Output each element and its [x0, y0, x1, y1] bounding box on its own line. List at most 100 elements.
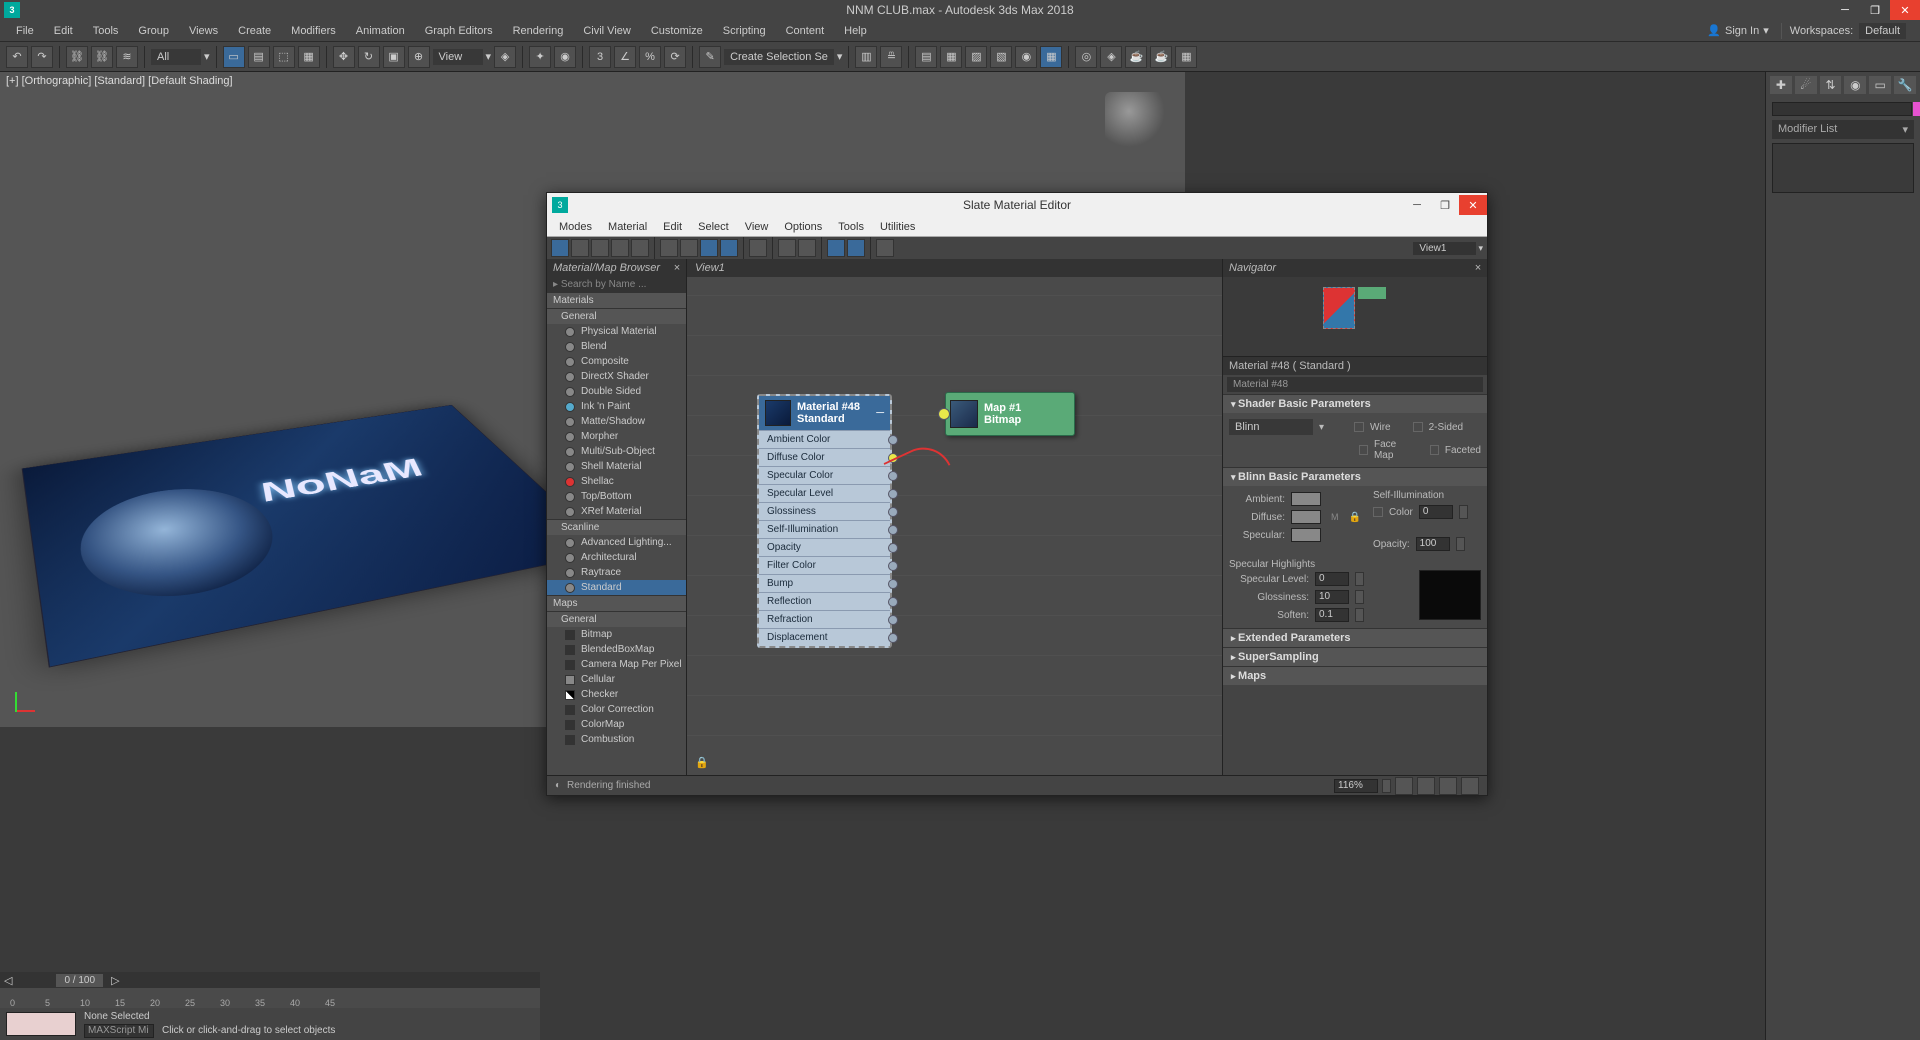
pan-button[interactable]: [1395, 777, 1413, 795]
slot-speclevel[interactable]: Specular Level: [759, 484, 890, 502]
layer-button[interactable]: ▤: [915, 46, 937, 68]
close-icon[interactable]: ×: [1475, 262, 1481, 274]
browser-tree[interactable]: Materials General Physical Material Blen…: [547, 292, 686, 775]
browser-item[interactable]: Bitmap: [547, 627, 686, 642]
slot-bump[interactable]: Bump: [759, 574, 890, 592]
menu-animation[interactable]: Animation: [346, 22, 415, 40]
browser-item[interactable]: Architectural: [547, 550, 686, 565]
slot-gloss[interactable]: Glossiness: [759, 502, 890, 520]
rollout-maps[interactable]: Maps: [1223, 666, 1487, 685]
mirror-button[interactable]: ▥: [855, 46, 877, 68]
rotate-button[interactable]: ↻: [358, 46, 380, 68]
speclevel-value[interactable]: 0: [1315, 572, 1349, 586]
scale-button[interactable]: ▣: [383, 46, 405, 68]
slot-specular[interactable]: Specular Color: [759, 466, 890, 484]
browser-item[interactable]: Composite: [547, 354, 686, 369]
lock-icon[interactable]: 🔒: [695, 756, 709, 769]
navigator-matnode[interactable]: [1323, 287, 1355, 329]
rendered-frame-button[interactable]: ◈: [1100, 46, 1122, 68]
filter-select[interactable]: All: [151, 49, 201, 65]
render-setup-button[interactable]: ◎: [1075, 46, 1097, 68]
selset-select[interactable]: Create Selection Se: [724, 49, 834, 65]
specular-swatch[interactable]: [1291, 528, 1321, 542]
browser-item[interactable]: Cellular: [547, 672, 686, 687]
slate-view-select[interactable]: View1: [1413, 242, 1476, 255]
menu-customize[interactable]: Customize: [641, 22, 713, 40]
hierarchy-tab[interactable]: ⇅: [1820, 76, 1842, 94]
namedselset-button[interactable]: ✎: [699, 46, 721, 68]
lock-icon[interactable]: 🔒: [1349, 512, 1361, 523]
browser-item[interactable]: Multi/Sub-Object: [547, 444, 686, 459]
slate-assign-button[interactable]: [591, 239, 609, 257]
chevron-down-icon[interactable]: ▾: [837, 50, 843, 63]
browser-item[interactable]: Camera Map Per Pixel: [547, 657, 686, 672]
slot-refraction[interactable]: Refraction: [759, 610, 890, 628]
menu-group[interactable]: Group: [128, 22, 179, 40]
motion-tab[interactable]: ◉: [1844, 76, 1866, 94]
cat-maps[interactable]: Maps: [547, 595, 686, 611]
mateditor-button[interactable]: ◉: [1015, 46, 1037, 68]
slate-layout-button[interactable]: [778, 239, 796, 257]
browser-item[interactable]: Advanced Lighting...: [547, 535, 686, 550]
slate-titlebar[interactable]: 3 Slate Material Editor ─ ❐ ✕: [547, 193, 1487, 217]
slate-menu-utilities[interactable]: Utilities: [872, 219, 923, 235]
slate-close-button[interactable]: ✕: [1459, 195, 1487, 215]
rollout-supersampling[interactable]: SuperSampling: [1223, 647, 1487, 666]
placement-button[interactable]: ⊕: [408, 46, 430, 68]
ambient-swatch[interactable]: [1291, 492, 1321, 506]
slot-ambient[interactable]: Ambient Color: [759, 430, 890, 448]
slate-pick-tool[interactable]: [571, 239, 589, 257]
node-view[interactable]: View1 Material #48 Standard ─ Ambient Co…: [687, 259, 1222, 775]
slate-menu-options[interactable]: Options: [776, 219, 830, 235]
browser-item[interactable]: Top/Bottom: [547, 489, 686, 504]
move-button[interactable]: ✥: [333, 46, 355, 68]
node-canvas[interactable]: Material #48 Standard ─ Ambient Color Di…: [687, 279, 1222, 775]
rollout-shader[interactable]: Shader Basic Parameters: [1223, 394, 1487, 413]
spinner[interactable]: [1355, 590, 1364, 604]
shader-type-select[interactable]: Blinn: [1229, 419, 1313, 435]
spinner[interactable]: [1459, 505, 1468, 519]
gloss-value[interactable]: 10: [1315, 590, 1349, 604]
select-button[interactable]: ▭: [223, 46, 245, 68]
spinnersnap-button[interactable]: ⟳: [664, 46, 686, 68]
soften-value[interactable]: 0.1: [1315, 608, 1349, 622]
slate-tb-btn[interactable]: [611, 239, 629, 257]
selfillum-value[interactable]: 0: [1419, 505, 1453, 519]
slate-show-map-button[interactable]: [700, 239, 718, 257]
browser-item[interactable]: Matte/Shadow: [547, 414, 686, 429]
schematic-button[interactable]: ▧: [990, 46, 1012, 68]
browser-item[interactable]: DirectX Shader: [547, 369, 686, 384]
browser-search[interactable]: ▸ Search by Name ...: [547, 277, 686, 292]
chevron-down-icon[interactable]: ▾: [204, 50, 210, 63]
browser-item[interactable]: BlendedBoxMap: [547, 642, 686, 657]
toggle-ribbon-button[interactable]: ▦: [940, 46, 962, 68]
selfillum-color-checkbox[interactable]: [1373, 507, 1383, 517]
twosided-checkbox[interactable]: [1413, 422, 1423, 432]
scene-object[interactable]: NoNaM: [22, 405, 612, 668]
slate-move-children-button[interactable]: [660, 239, 678, 257]
workspace-select[interactable]: Default: [1859, 23, 1906, 39]
pivot-button[interactable]: ◈: [494, 46, 516, 68]
snap3-button[interactable]: 3: [589, 46, 611, 68]
time-slider[interactable]: ◁ 0 / 100 ▷: [0, 972, 540, 988]
keymode-button[interactable]: ◉: [554, 46, 576, 68]
faceted-checkbox[interactable]: [1430, 445, 1439, 455]
browser-item[interactable]: Checker: [547, 687, 686, 702]
slate-menu-select[interactable]: Select: [690, 219, 737, 235]
slate-show-bg-button[interactable]: [720, 239, 738, 257]
close-button[interactable]: ✕: [1890, 0, 1920, 20]
prev-frame-icon[interactable]: ◁: [0, 974, 16, 987]
slate-minimize-button[interactable]: ─: [1403, 195, 1431, 215]
chevron-down-icon[interactable]: ▾: [486, 50, 492, 63]
menu-help[interactable]: Help: [834, 22, 877, 40]
viewcube[interactable]: [1105, 92, 1165, 147]
rollout-extended[interactable]: Extended Parameters: [1223, 628, 1487, 647]
selectname-button[interactable]: ▤: [248, 46, 270, 68]
slate-mateditor-button[interactable]: [827, 239, 845, 257]
utilities-tab[interactable]: 🔧: [1894, 76, 1916, 94]
browser-item[interactable]: Ink 'n Paint: [547, 399, 686, 414]
slot-selfillum[interactable]: Self-Illumination: [759, 520, 890, 538]
slate-paramed-button[interactable]: [847, 239, 865, 257]
wire-checkbox[interactable]: [1354, 422, 1364, 432]
menu-tools[interactable]: Tools: [83, 22, 129, 40]
